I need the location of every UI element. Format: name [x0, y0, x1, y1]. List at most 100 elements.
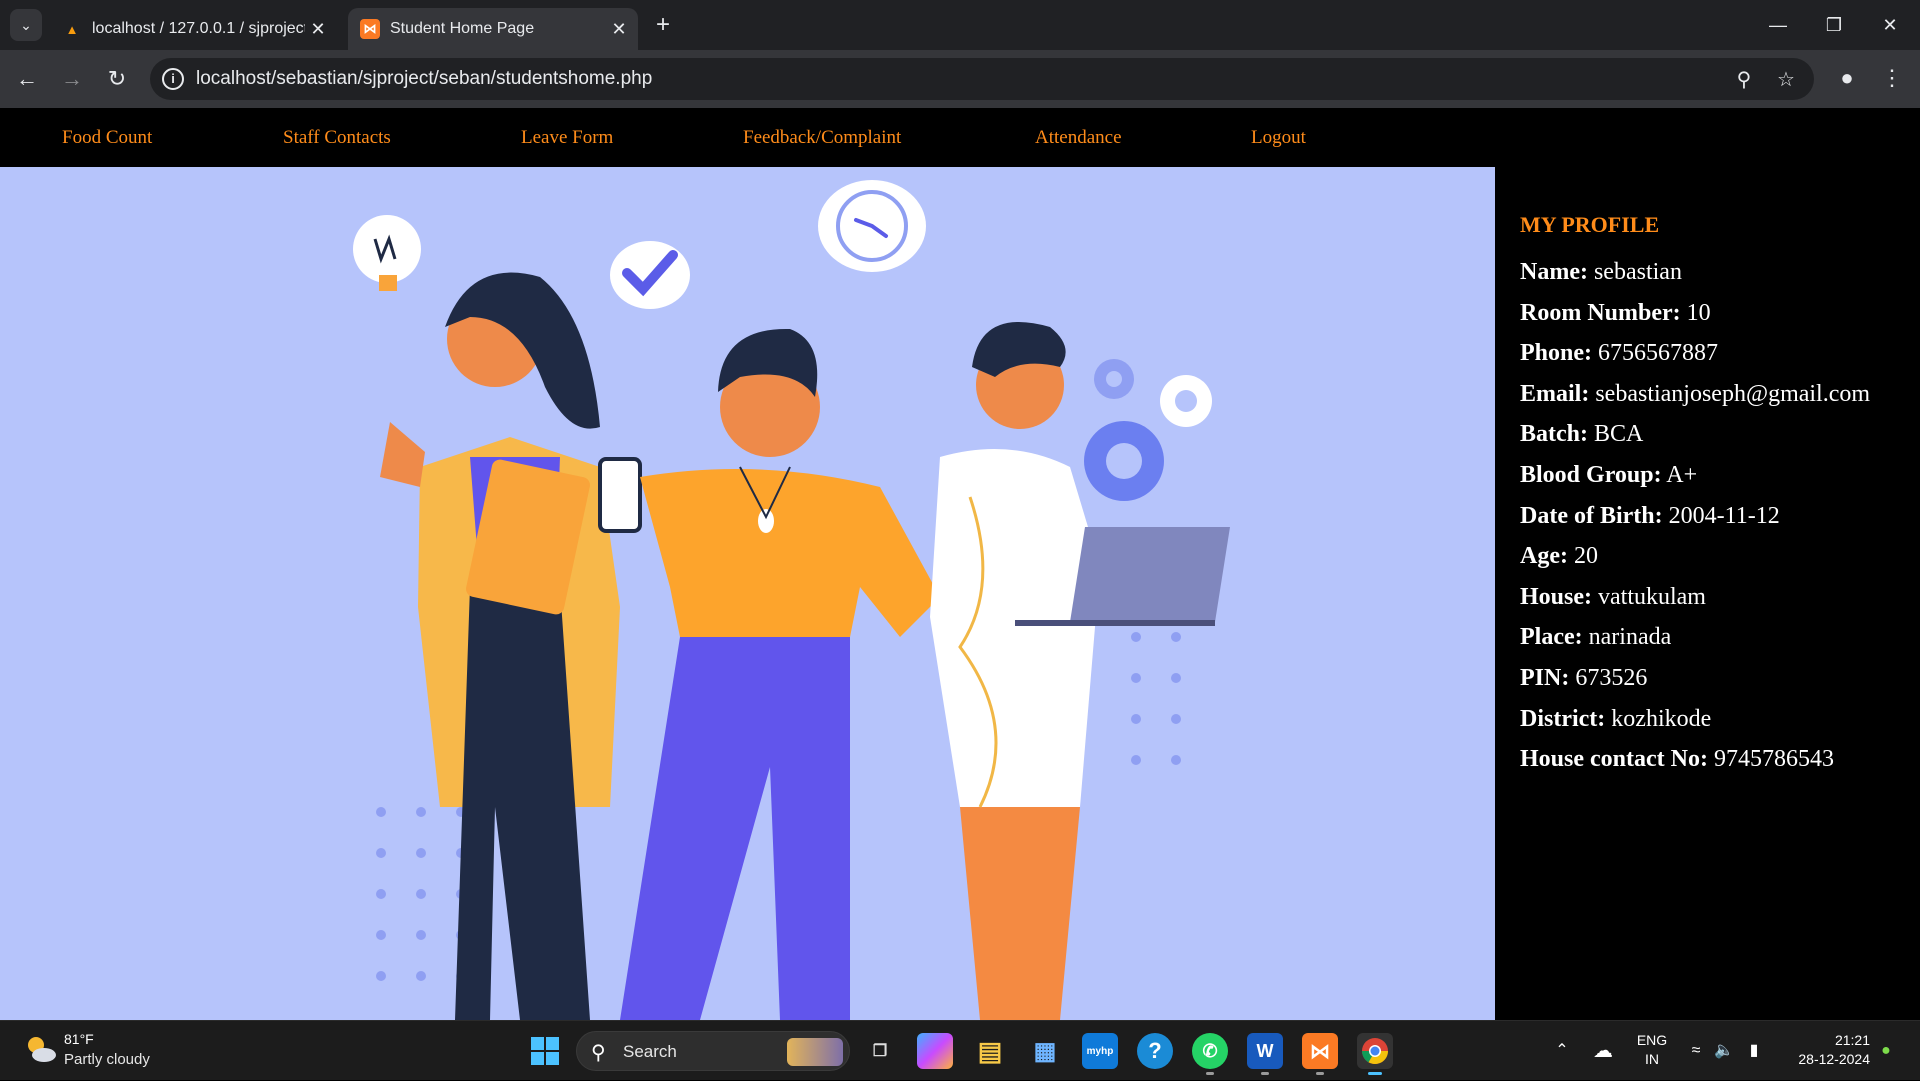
reload-icon[interactable]: ↻	[100, 62, 134, 96]
tab-title: Student Home Page	[390, 20, 535, 37]
forward-arrow-icon[interactable]: →	[55, 62, 89, 96]
search-label: Search	[623, 1042, 677, 1061]
dot-grid-left	[376, 807, 466, 981]
lightbulb-icon	[353, 215, 421, 291]
field-label: Blood Group:	[1520, 461, 1662, 488]
tab-student-home[interactable]: ⋈ Student Home Page ✕	[348, 8, 638, 50]
field-value: 6756567887	[1598, 340, 1718, 367]
new-tab-plus-icon[interactable]: +	[648, 10, 678, 40]
tab-search-chevron-icon[interactable]: ⌄	[10, 9, 42, 41]
notification-bell-icon[interactable]: ●	[1874, 1021, 1898, 1081]
minimize-icon[interactable]: —	[1750, 0, 1806, 50]
url-text[interactable]: localhost/sebastian/sjproject/seban/stud…	[196, 58, 652, 100]
profile-row-place: Place: narinada	[1520, 617, 1920, 658]
nav-link-leave-form[interactable]: Leave Form	[521, 108, 613, 167]
close-window-icon[interactable]: ✕	[1862, 0, 1918, 50]
tab-title: localhost / 127.0.0.1 / sjproject	[92, 20, 305, 37]
profile-row-phone: Phone: 6756567887	[1520, 333, 1920, 374]
clock-time: 21:21	[1834, 1032, 1870, 1048]
profile-row-email: Email: sebastianjoseph@gmail.com	[1520, 374, 1920, 415]
password-key-icon[interactable]: ⚲	[1732, 68, 1756, 92]
copilot-icon[interactable]	[917, 1033, 953, 1069]
get-help-icon[interactable]: ?	[1137, 1033, 1173, 1069]
microsoft-store-icon[interactable]: ▦	[1027, 1033, 1063, 1069]
field-label: Date of Birth:	[1520, 502, 1663, 529]
browser-window: ⌄ ▲ localhost / 127.0.0.1 / sjproject ✕ …	[0, 0, 1920, 1080]
profile-avatar-icon[interactable]: ●	[1832, 63, 1862, 93]
taskbar-search-box[interactable]: ⚲ Search	[576, 1031, 850, 1071]
profile-heading: MY PROFILE	[1520, 212, 1660, 237]
clock-bubble-icon	[818, 180, 926, 272]
profile-row-age: Age: 20	[1520, 536, 1920, 577]
whatsapp-icon[interactable]: ✆	[1192, 1033, 1228, 1075]
taskbar: 81°F Partly cloudy ⚲ Search ❐ ▤ ▦ myhp ?…	[0, 1020, 1920, 1080]
profile-row-dob: Date of Birth: 2004-11-12	[1520, 496, 1920, 537]
running-indicator	[1368, 1072, 1382, 1075]
field-label: Email:	[1520, 380, 1590, 407]
running-indicator	[1206, 1072, 1214, 1075]
field-label: District:	[1520, 705, 1606, 732]
profile-row-batch: Batch: BCA	[1520, 414, 1920, 455]
field-label: House contact No:	[1520, 746, 1708, 773]
field-value: 673526	[1575, 664, 1648, 691]
taskbar-clock[interactable]: 21:21 28-12-2024	[1780, 1031, 1870, 1069]
field-value: 2004-11-12	[1668, 502, 1780, 529]
xampp-icon: ⋈	[360, 19, 380, 39]
field-label: Place:	[1520, 624, 1583, 651]
xampp-icon[interactable]: ⋈	[1302, 1033, 1338, 1075]
back-arrow-icon[interactable]: ←	[10, 62, 44, 96]
partly-cloudy-icon[interactable]	[22, 1033, 58, 1065]
field-value: sebastianjoseph@gmail.com	[1595, 380, 1871, 407]
profile-row-pin: PIN: 673526	[1520, 658, 1920, 699]
myhp-icon[interactable]: myhp	[1082, 1033, 1118, 1069]
hero-illustration	[0, 167, 1495, 1020]
volume-icon[interactable]: 🔈	[1712, 1021, 1736, 1081]
field-value: 9745786543	[1713, 746, 1834, 773]
field-label: Batch:	[1520, 421, 1588, 448]
site-info-icon[interactable]: i	[162, 68, 184, 90]
field-value: BCA	[1594, 421, 1644, 448]
wifi-icon[interactable]: ≈	[1684, 1021, 1708, 1081]
person-left	[380, 272, 642, 1020]
field-value: 10	[1686, 299, 1711, 326]
close-tab-icon[interactable]: ✕	[305, 19, 331, 40]
field-label: House:	[1520, 583, 1592, 610]
team-illustration	[353, 180, 1230, 1020]
weather-temperature[interactable]: 81°F	[64, 1031, 94, 1047]
battery-icon[interactable]: ▮	[1742, 1021, 1766, 1081]
task-view-icon[interactable]: ❐	[862, 1033, 898, 1069]
address-bar[interactable]: i localhost/sebastian/sjproject/seban/st…	[150, 58, 1814, 100]
language-code: ENG	[1636, 1032, 1668, 1048]
restore-icon[interactable]: ❐	[1806, 0, 1862, 50]
profile-row-blood-group: Blood Group: A+	[1520, 455, 1920, 496]
chrome-icon[interactable]	[1357, 1033, 1393, 1075]
onedrive-cloud-icon[interactable]: ☁	[1588, 1021, 1618, 1081]
nav-link-logout[interactable]: Logout	[1251, 108, 1306, 167]
field-value: sebastian	[1593, 259, 1682, 285]
close-tab-icon[interactable]: ✕	[606, 19, 632, 40]
field-label: Room Number:	[1520, 299, 1681, 326]
page-content: Food Count Staff Contacts Leave Form Fee…	[0, 108, 1920, 1020]
field-value: 20	[1573, 543, 1598, 570]
more-menu-icon[interactable]: ⋮	[1880, 63, 1904, 93]
browser-toolbar: ← → ↻ i localhost/sebastian/sjproject/se…	[0, 50, 1920, 108]
person-middle	[620, 328, 940, 1020]
nav-link-feedback-complaint[interactable]: Feedback/Complaint	[743, 108, 901, 167]
word-icon[interactable]: W	[1247, 1033, 1283, 1075]
file-explorer-icon[interactable]: ▤	[972, 1033, 1008, 1069]
weather-description[interactable]: Partly cloudy	[64, 1051, 150, 1068]
input-language[interactable]: ENG IN	[1632, 1031, 1672, 1069]
tray-overflow-chevron-icon[interactable]: ⌃	[1550, 1021, 1574, 1081]
region-code: IN	[1645, 1051, 1659, 1067]
tab-phpmyadmin[interactable]: ▲ localhost / 127.0.0.1 / sjproject ✕	[52, 8, 337, 50]
running-indicator	[1261, 1072, 1269, 1075]
windows-start-icon[interactable]	[527, 1033, 563, 1069]
profile-panel: MY PROFILE Name: sebastian Room Number: …	[1495, 167, 1920, 1020]
nav-link-food-count[interactable]: Food Count	[62, 108, 152, 167]
field-value: narinada	[1588, 624, 1672, 651]
field-value: vattukulam	[1598, 583, 1706, 610]
nav-link-staff-contacts[interactable]: Staff Contacts	[283, 108, 391, 167]
profile-row-house: House: vattukulam	[1520, 577, 1920, 618]
bookmark-star-icon[interactable]: ☆	[1774, 68, 1798, 92]
nav-link-attendance[interactable]: Attendance	[1035, 108, 1122, 167]
